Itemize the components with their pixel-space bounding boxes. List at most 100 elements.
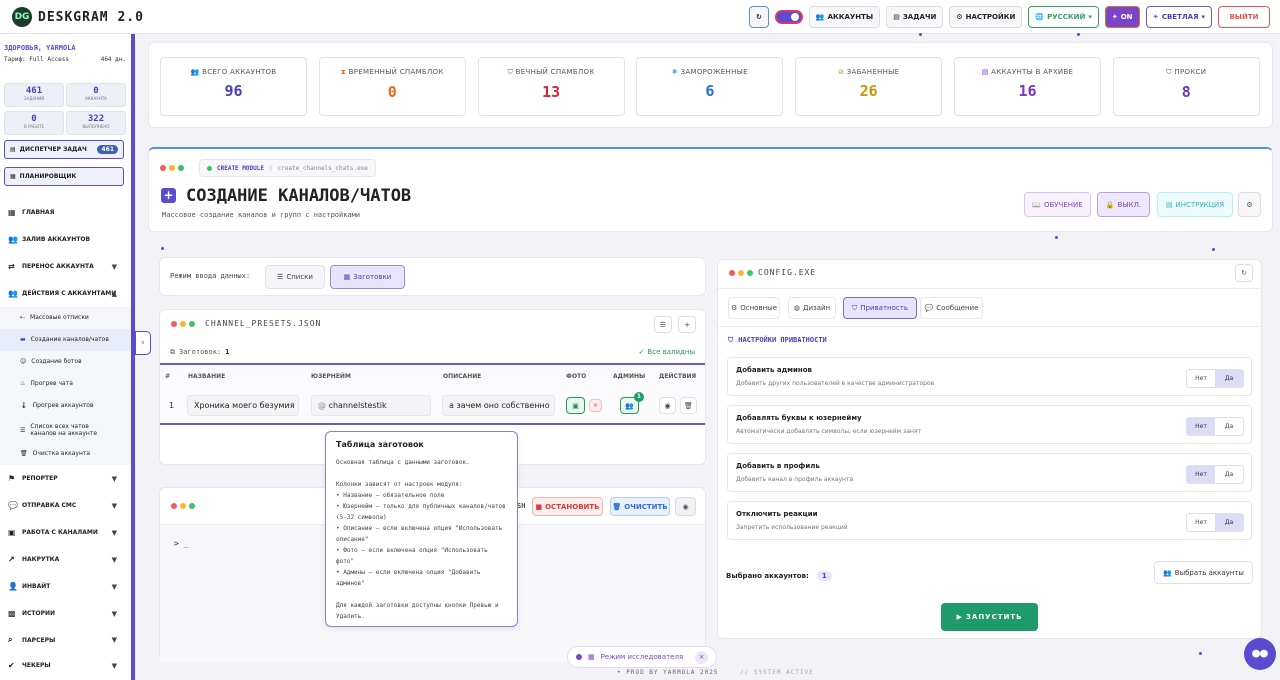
stat-value: 16 (1018, 82, 1037, 100)
photo-button[interactable]: ▣ (566, 397, 585, 414)
sidebar-item-sms[interactable]: 💬 ОТПРАВКА СМС ▼ (0, 501, 131, 510)
preset-username-input[interactable]: @ channelstestik (311, 395, 431, 416)
sidebar-subitem-cleanup[interactable]: 🗑 Очистка аккаунта (0, 443, 131, 465)
sidebar-item-actions[interactable]: 👥 ДЕЙСТВИЯ С АККАУНТАМИ ▲ (0, 289, 131, 298)
logout-button[interactable]: ВЫЙТИ (1218, 6, 1270, 28)
research-mode-pill[interactable]: ▦ Режим исследователя × (567, 646, 717, 668)
tab-basic[interactable]: ⚙ Основные (728, 297, 780, 319)
yes-no-toggle: Нет Да (1186, 417, 1244, 436)
layers-icon: ⧉ (170, 348, 175, 356)
remove-photo-button[interactable]: × (589, 399, 602, 412)
tab-design[interactable]: ◍ Дизайн (788, 297, 836, 319)
theme-select[interactable]: ☀ СВЕТЛАЯ ▾ (1145, 6, 1212, 28)
learn-button[interactable]: 📖 ОБУЧЕНИЕ (1024, 192, 1091, 217)
shield-icon: ⛉ (728, 336, 734, 344)
list-view-button[interactable]: ☰ (654, 316, 672, 333)
sidebar-item-upload[interactable]: 👥 ЗАЛИВ АККАУНТОВ (0, 235, 131, 244)
document-icon: ▤ (10, 146, 16, 153)
users-icon: 👥 (625, 401, 634, 410)
check-circle-icon: ✔ (8, 661, 15, 670)
sidebar-collapse-button[interactable]: ‹ (135, 331, 151, 355)
choose-accounts-button[interactable]: 👥 Выбрать аккаунты (1154, 561, 1253, 584)
clear-button[interactable]: 🗑 ОЧИСТИТЬ (610, 497, 670, 516)
yes-option[interactable]: Да (1215, 418, 1243, 435)
run-button[interactable]: ▶ ЗАПУСТИТЬ (941, 603, 1038, 631)
input-mode-label: Режим ввода данных: (170, 272, 251, 280)
preset-name-input[interactable]: Хроника моего безумия (187, 395, 299, 416)
settings-button[interactable]: ⚙ НАСТРОЙКИ (949, 6, 1023, 28)
eye-icon: ◉ (664, 401, 671, 410)
close-icon[interactable]: × (695, 650, 708, 664)
user-plus-icon: 👤 (8, 582, 18, 591)
sidebar-subitem-chat-list[interactable]: ☰ Список всех чатов каналов на аккаунте (0, 417, 131, 445)
refresh-button[interactable]: ↻ (748, 6, 769, 28)
tasks-button[interactable]: ▤ ЗАДАЧИ (886, 6, 944, 28)
planner-button[interactable]: ▦ ПЛАНИРОВЩИК (4, 167, 124, 186)
presets-tab[interactable]: ▦ Заготовки (330, 265, 405, 289)
stat-card: ⛉ ПРОКСИ 8 (1112, 57, 1260, 116)
no-option[interactable]: Нет (1187, 370, 1215, 387)
chevron-left-icon: ‹ (140, 338, 146, 348)
channel-icon: ▣ (8, 528, 16, 537)
sidebar-subitem-warm-chat[interactable]: ♨ Прогрев чата (0, 373, 131, 395)
sidebar-item-checkers[interactable]: ✔ ЧЕКЕРЫ ▼ (0, 661, 131, 670)
dispatcher-button[interactable]: ▤ ДИСПЕТЧЕР ЗАДАЧ 461 (4, 140, 124, 159)
eye-icon: ◉ (682, 502, 689, 511)
sidebar-item-boost[interactable]: ↗ НАКРУТКА ▼ (0, 555, 131, 564)
sidebar-item-parsers[interactable]: ⌕ ПАРСЕРЫ ▼ (0, 635, 131, 645)
col-header-admins: АДМИНЫ (613, 373, 646, 380)
yes-option[interactable]: Да (1215, 514, 1243, 531)
sidebar-item-home[interactable]: ▦ ГЛАВНАЯ (0, 208, 131, 217)
flame-icon: ♨ (20, 379, 26, 387)
page-subtitle: Массовое создание каналов и групп с наст… (162, 211, 361, 219)
sidebar-item-transfer[interactable]: ⇄ ПЕРЕНОС АККАУНТА ▼ (0, 262, 131, 271)
config-refresh-button[interactable]: ↻ (1235, 264, 1253, 282)
stop-button[interactable]: ■ ОСТАНОВИТЬ (532, 497, 603, 516)
tab-message[interactable]: 💬 Сообщение (920, 297, 983, 319)
tab-privacy[interactable]: ⛉ Приватность (843, 297, 917, 319)
stat-done: 322 выполнено (66, 111, 126, 135)
app-logo[interactable]: DG DESKGRAM 2.0 (12, 7, 144, 27)
preset-description-input[interactable]: а зачем оно собственно (442, 395, 555, 416)
sparkle-icon: ✦ (1111, 13, 1118, 21)
yes-no-toggle: Нет Да (1186, 369, 1244, 388)
sidebar-item-stories[interactable]: ▩ ИСТОРИИ ▼ (0, 609, 131, 618)
page-title: СОЗДАНИЕ КАНАЛОВ/ЧАТОВ (186, 186, 412, 206)
add-preset-button[interactable]: + (678, 316, 696, 333)
preview-button[interactable]: ◉ (659, 397, 676, 414)
instruction-button[interactable]: ▤ ИНСТРУКЦИЯ (1157, 192, 1233, 217)
sidebar-item-channels[interactable]: ▣ РАБОТА С КАНАЛАМИ ▼ (0, 528, 131, 537)
no-option[interactable]: Нет (1187, 466, 1215, 483)
sidebar-subitem-unsubscribe[interactable]: ⇠ Массовые отписки (0, 307, 131, 329)
mode-toggle[interactable] (774, 10, 803, 24)
sidebar-item-reporter[interactable]: ⚑ РЕПОРТЕР ▼ (0, 474, 131, 483)
status-dot-icon (207, 165, 212, 171)
no-option[interactable]: Нет (1187, 514, 1215, 531)
lists-tab[interactable]: ☰ Списки (265, 265, 325, 289)
film-icon: ▩ (8, 609, 16, 618)
sidebar-subitem-create-channels[interactable]: ▬ Создание каналов/чатов (0, 329, 131, 351)
stat-card: ⧗ ВРЕМЕННЫЙ СПАМБЛОК 0 (318, 57, 466, 116)
console-view-button[interactable]: ◉ (675, 497, 696, 516)
yes-option[interactable]: Да (1215, 466, 1243, 483)
chat-fab[interactable]: ●● (1244, 638, 1276, 670)
language-select[interactable]: 🌐 РУССКИЙ ▾ (1028, 6, 1099, 28)
delete-button[interactable]: 🗑 (680, 397, 697, 414)
yes-option[interactable]: Да (1215, 370, 1243, 387)
off-button[interactable]: 🔒 ВЫКЛ. (1097, 192, 1150, 217)
thermometer-icon: 🌡 (20, 401, 28, 409)
sparkle-dot (161, 247, 164, 250)
input-mode-bar: Режим ввода данных: ☰ Списки ▦ Заготовки (159, 257, 706, 296)
hourglass-icon: ⧗ (340, 68, 347, 76)
module-settings-button[interactable]: ⚙ (1238, 192, 1261, 217)
accounts-button[interactable]: 👥 АККАУНТЫ (808, 6, 881, 28)
col-header-name: НАЗВАНИЕ (188, 373, 226, 380)
sidebar-subitem-bots[interactable]: ☺ Создание ботов (0, 351, 131, 373)
sidebar-item-invite[interactable]: 👤 ИНВАЙТ ▼ (0, 582, 131, 591)
on-button[interactable]: ✦ ON (1104, 6, 1140, 28)
flag-icon: ⚑ (8, 474, 16, 483)
no-option[interactable]: Нет (1187, 418, 1215, 435)
setting-description: Добавить канал в профиль аккаунта (736, 476, 854, 483)
sidebar-subitem-warm-accounts[interactable]: 🌡 Прогрев аккаунтов (0, 395, 131, 417)
chevron-down-icon: ▼ (111, 661, 117, 670)
